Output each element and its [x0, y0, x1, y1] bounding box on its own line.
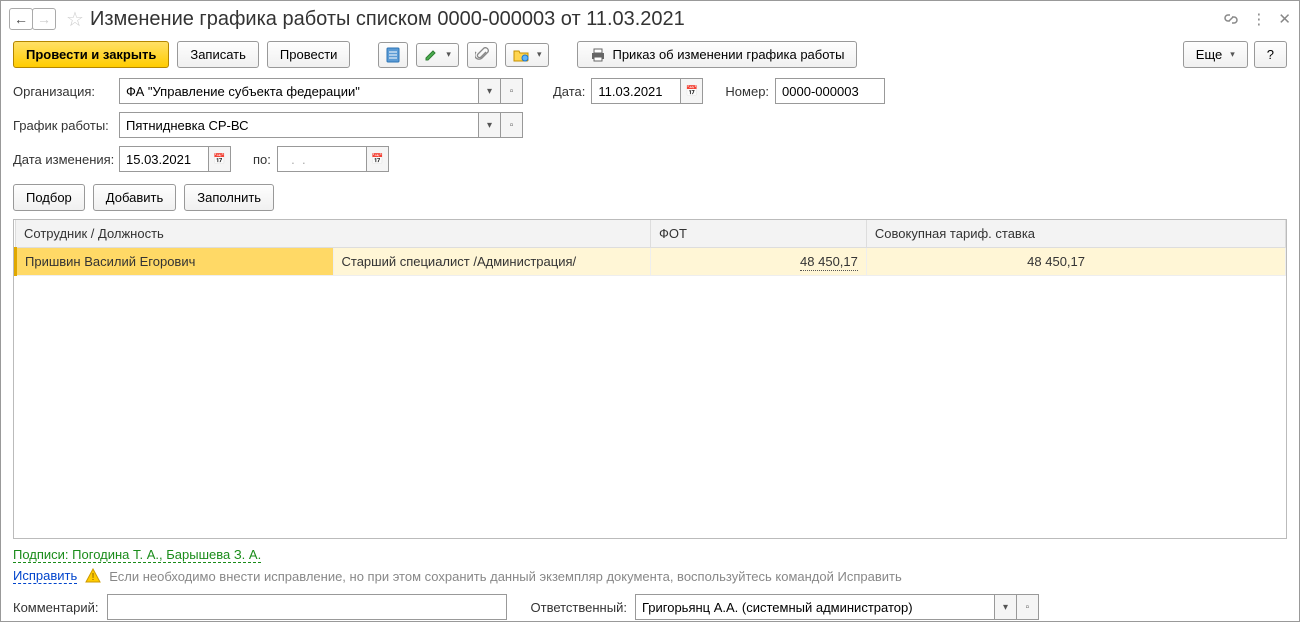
col-employee[interactable]: Сотрудник / Должность [16, 220, 651, 248]
responsible-input[interactable] [635, 594, 995, 620]
cell-employee[interactable]: Пришвин Василий Егорович [16, 248, 334, 276]
edit-icon-button[interactable] [416, 43, 459, 67]
warning-icon: ! [85, 568, 101, 584]
table-row[interactable]: Пришвин Василий Егорович Старший специал… [16, 248, 1286, 276]
responsible-label: Ответственный: [531, 600, 627, 615]
close-icon[interactable]: ✕ [1278, 10, 1291, 28]
organization-input[interactable] [119, 78, 479, 104]
change-date-label: Дата изменения: [13, 152, 113, 167]
link-icon[interactable] [1223, 11, 1239, 27]
write-button[interactable]: Записать [177, 41, 259, 68]
select-button[interactable]: Подбор [13, 184, 85, 211]
number-input[interactable] [775, 78, 885, 104]
nav-forward-button[interactable]: → [32, 8, 56, 30]
attach-icon-button[interactable] [467, 42, 497, 68]
employees-table[interactable]: Сотрудник / Должность ФОТ Совокупная тар… [13, 219, 1287, 539]
report-icon-button[interactable] [378, 42, 408, 68]
date-input[interactable] [591, 78, 681, 104]
open-icon[interactable]: ▫ [501, 78, 523, 104]
signatures-link[interactable]: Подписи: Погодина Т. А., Барышева З. А. [13, 547, 261, 563]
add-button[interactable]: Добавить [93, 184, 176, 211]
dropdown-icon[interactable]: ▾ [479, 112, 501, 138]
open-icon[interactable]: ▫ [501, 112, 523, 138]
col-fot[interactable]: ФОТ [651, 220, 867, 248]
comment-input[interactable] [107, 594, 507, 620]
fix-hint-text: Если необходимо внести исправление, но п… [109, 569, 901, 584]
dropdown-icon[interactable]: ▾ [995, 594, 1017, 620]
number-label: Номер: [725, 84, 769, 99]
favorite-star-icon[interactable]: ☆ [66, 7, 84, 32]
calendar-icon[interactable]: 📅 [367, 146, 389, 172]
help-button[interactable]: ? [1254, 41, 1287, 68]
post-and-close-button[interactable]: Провести и закрыть [13, 41, 169, 68]
schedule-input[interactable] [119, 112, 479, 138]
organization-label: Организация: [13, 84, 113, 99]
nav-back-button[interactable]: ← [9, 8, 33, 30]
svg-text:!: ! [92, 572, 95, 583]
cell-fot[interactable]: 48 450,17 [651, 248, 867, 276]
post-button[interactable]: Провести [267, 41, 351, 68]
fix-link[interactable]: Исправить [13, 568, 77, 584]
col-rate[interactable]: Совокупная тариф. ставка [866, 220, 1285, 248]
to-date-input[interactable] [277, 146, 367, 172]
fill-button[interactable]: Заполнить [184, 184, 274, 211]
comment-label: Комментарий: [13, 600, 99, 615]
page-title: Изменение графика работы списком 0000-00… [90, 8, 685, 31]
calendar-icon[interactable]: 📅 [681, 78, 703, 104]
more-button[interactable]: Еще [1183, 41, 1248, 68]
more-menu-icon[interactable]: ⋮ [1251, 10, 1266, 28]
calendar-icon[interactable]: 📅 [209, 146, 231, 172]
print-order-button[interactable]: Приказ об изменении графика работы [577, 41, 857, 68]
folder-icon-button[interactable] [505, 43, 550, 67]
cell-rate[interactable]: 48 450,17 [866, 248, 1285, 276]
change-date-input[interactable] [119, 146, 209, 172]
cell-position[interactable]: Старший специалист /Администрация/ [333, 248, 651, 276]
date-label: Дата: [553, 84, 585, 99]
open-icon[interactable]: ▫ [1017, 594, 1039, 620]
schedule-label: График работы: [13, 118, 113, 133]
to-label: по: [253, 152, 271, 167]
dropdown-icon[interactable]: ▾ [479, 78, 501, 104]
